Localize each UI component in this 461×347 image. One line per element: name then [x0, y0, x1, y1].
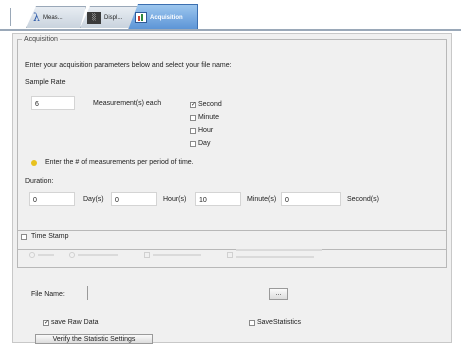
tab-measurement-label: Meas...	[42, 14, 63, 21]
save-raw-data-checkbox[interactable]: ✓	[43, 320, 49, 326]
file-name-label: File Name:	[31, 291, 65, 298]
second-label: Second	[198, 101, 222, 108]
file-name-input[interactable]	[87, 286, 263, 300]
timestamp-option-2	[69, 252, 75, 258]
timestamp-option-1	[29, 252, 35, 258]
duration-seconds-input[interactable]	[281, 192, 341, 206]
sample-rate-input[interactable]	[31, 96, 75, 110]
info-icon	[31, 160, 37, 166]
browse-button[interactable]: ...	[269, 288, 288, 300]
hour-checkbox[interactable]	[190, 128, 196, 134]
timestamp-label: Time Stamp	[29, 233, 71, 240]
day-label: Day	[198, 140, 211, 147]
save-statistics-label: SaveStatistics	[257, 319, 301, 326]
timestamp-group	[17, 230, 447, 268]
tab-bar-edge	[10, 8, 11, 26]
acquisition-icon	[135, 12, 147, 23]
timestamp-option-1-text	[38, 254, 54, 256]
save-statistics-checkbox[interactable]	[249, 320, 255, 326]
verify-statistic-settings-button[interactable]: Verify the Statistic Settings	[35, 334, 153, 344]
hint-text: Enter the # of measurements per period o…	[45, 159, 194, 166]
day-checkbox[interactable]	[190, 141, 196, 147]
duration-hours-input[interactable]	[111, 192, 157, 206]
timestamp-checkbox[interactable]	[21, 234, 27, 240]
duration-minutes-input[interactable]	[195, 192, 241, 206]
minute-label: Minute	[198, 114, 220, 121]
hour-label: Hour	[198, 127, 214, 134]
duration-days-input[interactable]	[29, 192, 75, 206]
measurements-each-label: Measurement(s) each	[93, 100, 162, 107]
lambda-icon: λ	[33, 11, 40, 24]
acquisition-panel: Acquisition Enter your acquisition param…	[12, 33, 452, 344]
timestamp-option-4	[227, 252, 233, 258]
save-raw-data-label: save Raw Data	[51, 319, 99, 326]
tab-bar: λ Meas... ░ Displ... Acquisition	[0, 0, 461, 31]
timestamp-option-2-text	[78, 254, 118, 256]
tab-display-label: Displ...	[104, 14, 123, 21]
duration-minutes-unit: Minute(s)	[247, 196, 277, 203]
duration-label: Duration:	[25, 178, 54, 185]
duration-days-unit: Day(s)	[83, 196, 104, 203]
tab-acquisition-label: Acquisition	[150, 14, 183, 21]
tab-bar-border	[0, 29, 461, 31]
timestamp-option-4-text-2	[236, 256, 314, 258]
instructions-text: Enter your acquisition parameters below …	[25, 62, 232, 69]
display-icon: ░	[87, 12, 101, 24]
second-checkbox[interactable]: ✓	[190, 102, 196, 108]
sample-rate-label: Sample Rate	[25, 79, 66, 86]
tab-measurement[interactable]: λ Meas...	[26, 6, 86, 28]
tab-acquisition[interactable]: Acquisition	[128, 4, 198, 30]
timestamp-option-3	[144, 252, 150, 258]
duration-seconds-unit: Second(s)	[347, 196, 379, 203]
timestamp-option-3-text	[153, 254, 201, 256]
minute-checkbox[interactable]	[190, 115, 196, 121]
duration-hours-unit: Hour(s)	[163, 196, 187, 203]
timestamp-option-4-text	[236, 249, 322, 251]
acquisition-legend: Acquisition	[24, 36, 58, 43]
